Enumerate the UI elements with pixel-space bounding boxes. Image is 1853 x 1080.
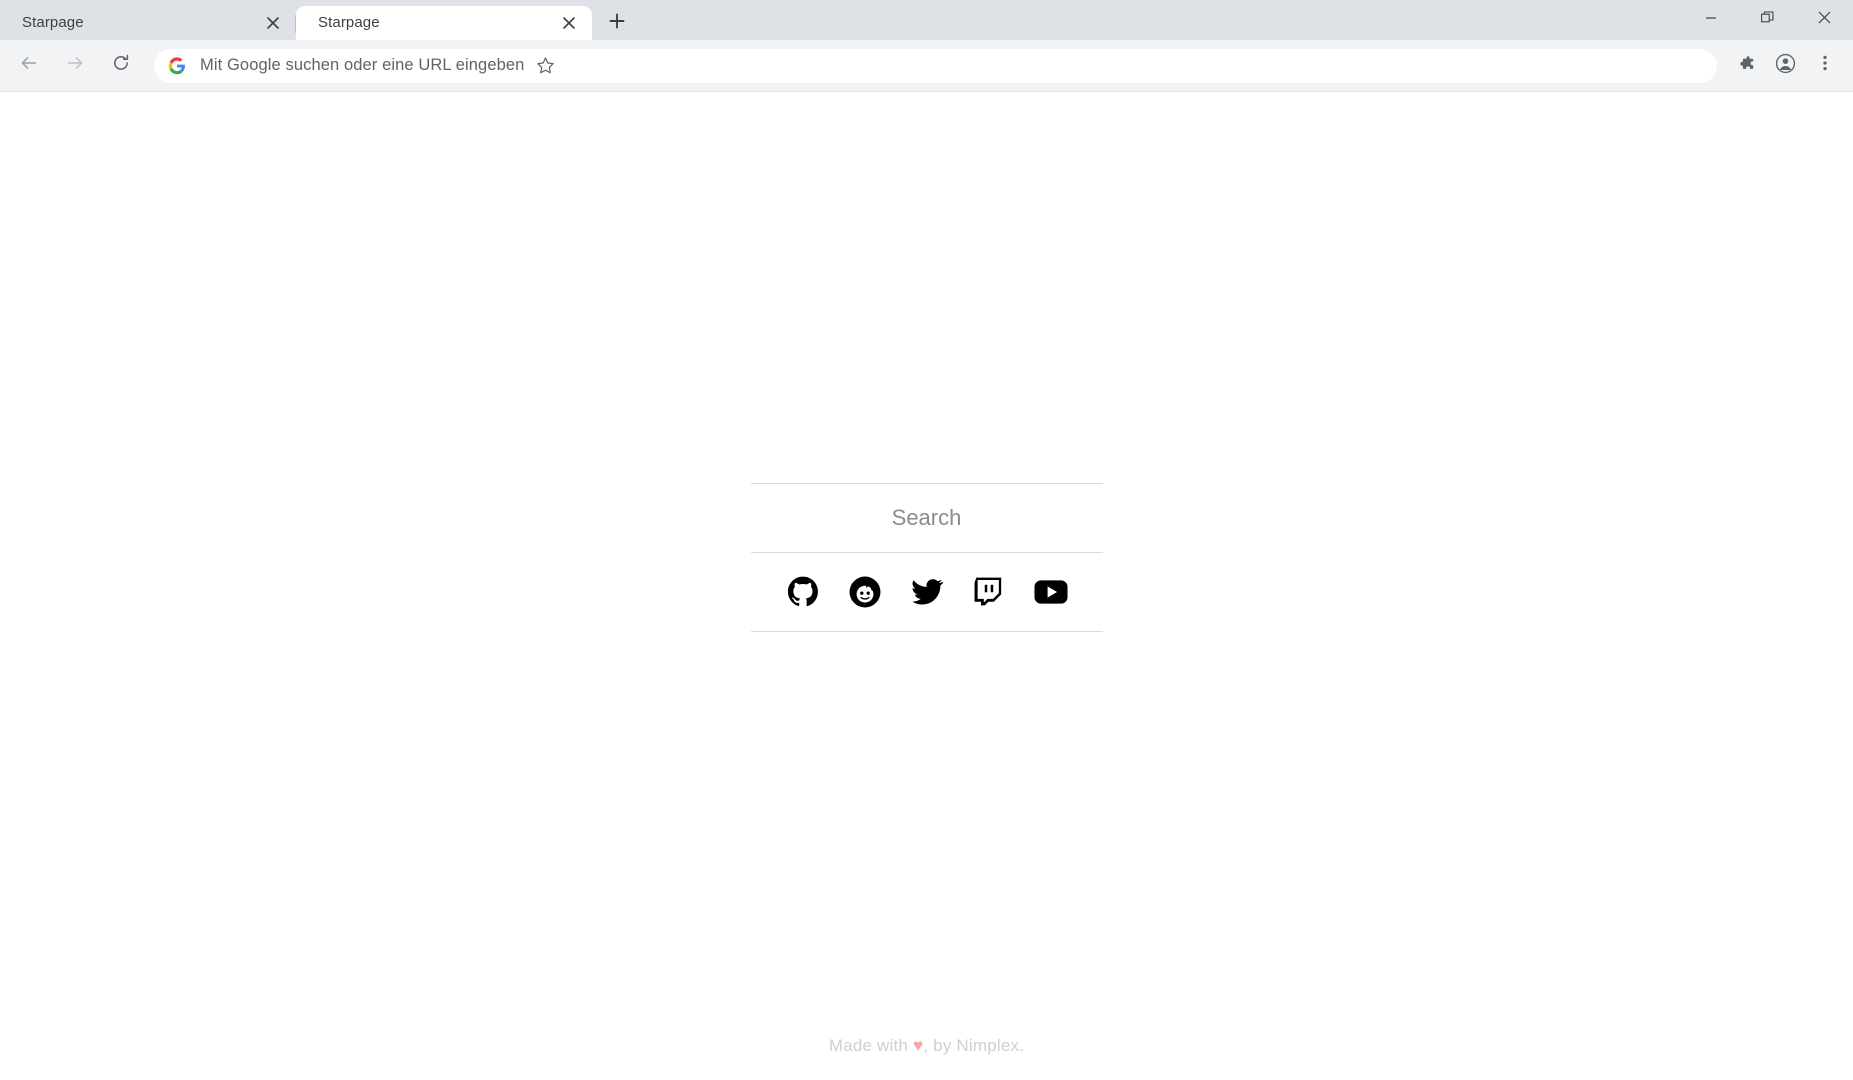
github-icon <box>787 576 819 608</box>
twitch-link[interactable] <box>973 576 1005 608</box>
extensions-button[interactable] <box>1725 46 1765 86</box>
tab-title: Starpage <box>318 14 380 31</box>
youtube-link[interactable] <box>1033 575 1068 609</box>
social-links-row <box>751 553 1103 631</box>
tab-strip: Starpage Starpage <box>0 0 1853 40</box>
reddit-icon <box>849 576 881 608</box>
profile-button[interactable] <box>1765 46 1805 86</box>
minimize-button[interactable] <box>1682 0 1739 40</box>
close-icon <box>1818 11 1831 29</box>
address-bar[interactable]: Mit Google suchen oder eine URL eingeben <box>154 48 1717 83</box>
youtube-icon <box>1033 575 1068 609</box>
close-icon[interactable] <box>558 12 580 34</box>
restore-button[interactable] <box>1739 0 1796 40</box>
forward-button[interactable] <box>55 46 95 86</box>
twitter-link[interactable] <box>911 576 943 608</box>
google-g-icon <box>168 56 186 75</box>
close-icon[interactable] <box>262 12 284 34</box>
minimize-icon <box>1705 11 1717 29</box>
page-footer: Made with ♥, by Nimplex. <box>0 1036 1853 1056</box>
github-link[interactable] <box>787 576 819 608</box>
footer-suffix: , by Nimplex. <box>923 1036 1025 1055</box>
search-input[interactable] <box>750 504 1103 531</box>
reload-button[interactable] <box>101 46 141 86</box>
tab-title: Starpage <box>22 14 84 31</box>
window-controls <box>1682 0 1853 40</box>
tab-0[interactable]: Starpage <box>0 6 296 40</box>
footer-prefix: Made with <box>828 1036 914 1055</box>
twitter-icon <box>911 576 943 608</box>
restore-icon <box>1761 11 1774 29</box>
arrow-left-icon <box>19 53 39 78</box>
reload-icon <box>111 53 131 78</box>
tab-1[interactable]: Starpage <box>296 6 592 40</box>
back-button[interactable] <box>9 46 49 86</box>
new-tab-button[interactable] <box>594 6 640 40</box>
puzzle-icon <box>1736 54 1755 78</box>
three-dots-icon <box>1816 54 1834 77</box>
browser-toolbar: Mit Google suchen oder eine URL eingeben <box>0 40 1853 92</box>
arrow-right-icon <box>65 53 85 78</box>
bookmark-star-icon[interactable] <box>534 55 556 77</box>
divider-bottom <box>750 630 1103 632</box>
close-button[interactable] <box>1796 0 1853 40</box>
heart-icon: ♥ <box>913 1036 924 1055</box>
twitch-icon <box>973 576 1004 607</box>
browser-window: Starpage Starpage Mit Google suchen oder… <box>0 0 1853 1080</box>
profile-avatar-icon <box>1775 53 1796 79</box>
address-bar-text: Mit Google suchen oder eine URL eingeben <box>200 56 525 74</box>
chrome-menu-button[interactable] <box>1805 46 1845 86</box>
search-row <box>750 484 1103 552</box>
startpage-card <box>750 482 1103 632</box>
reddit-link[interactable] <box>849 576 881 608</box>
tab-list: Starpage Starpage <box>0 0 640 40</box>
page-content: Made with ♥, by Nimplex. <box>0 92 1853 1080</box>
plus-icon <box>609 13 625 34</box>
